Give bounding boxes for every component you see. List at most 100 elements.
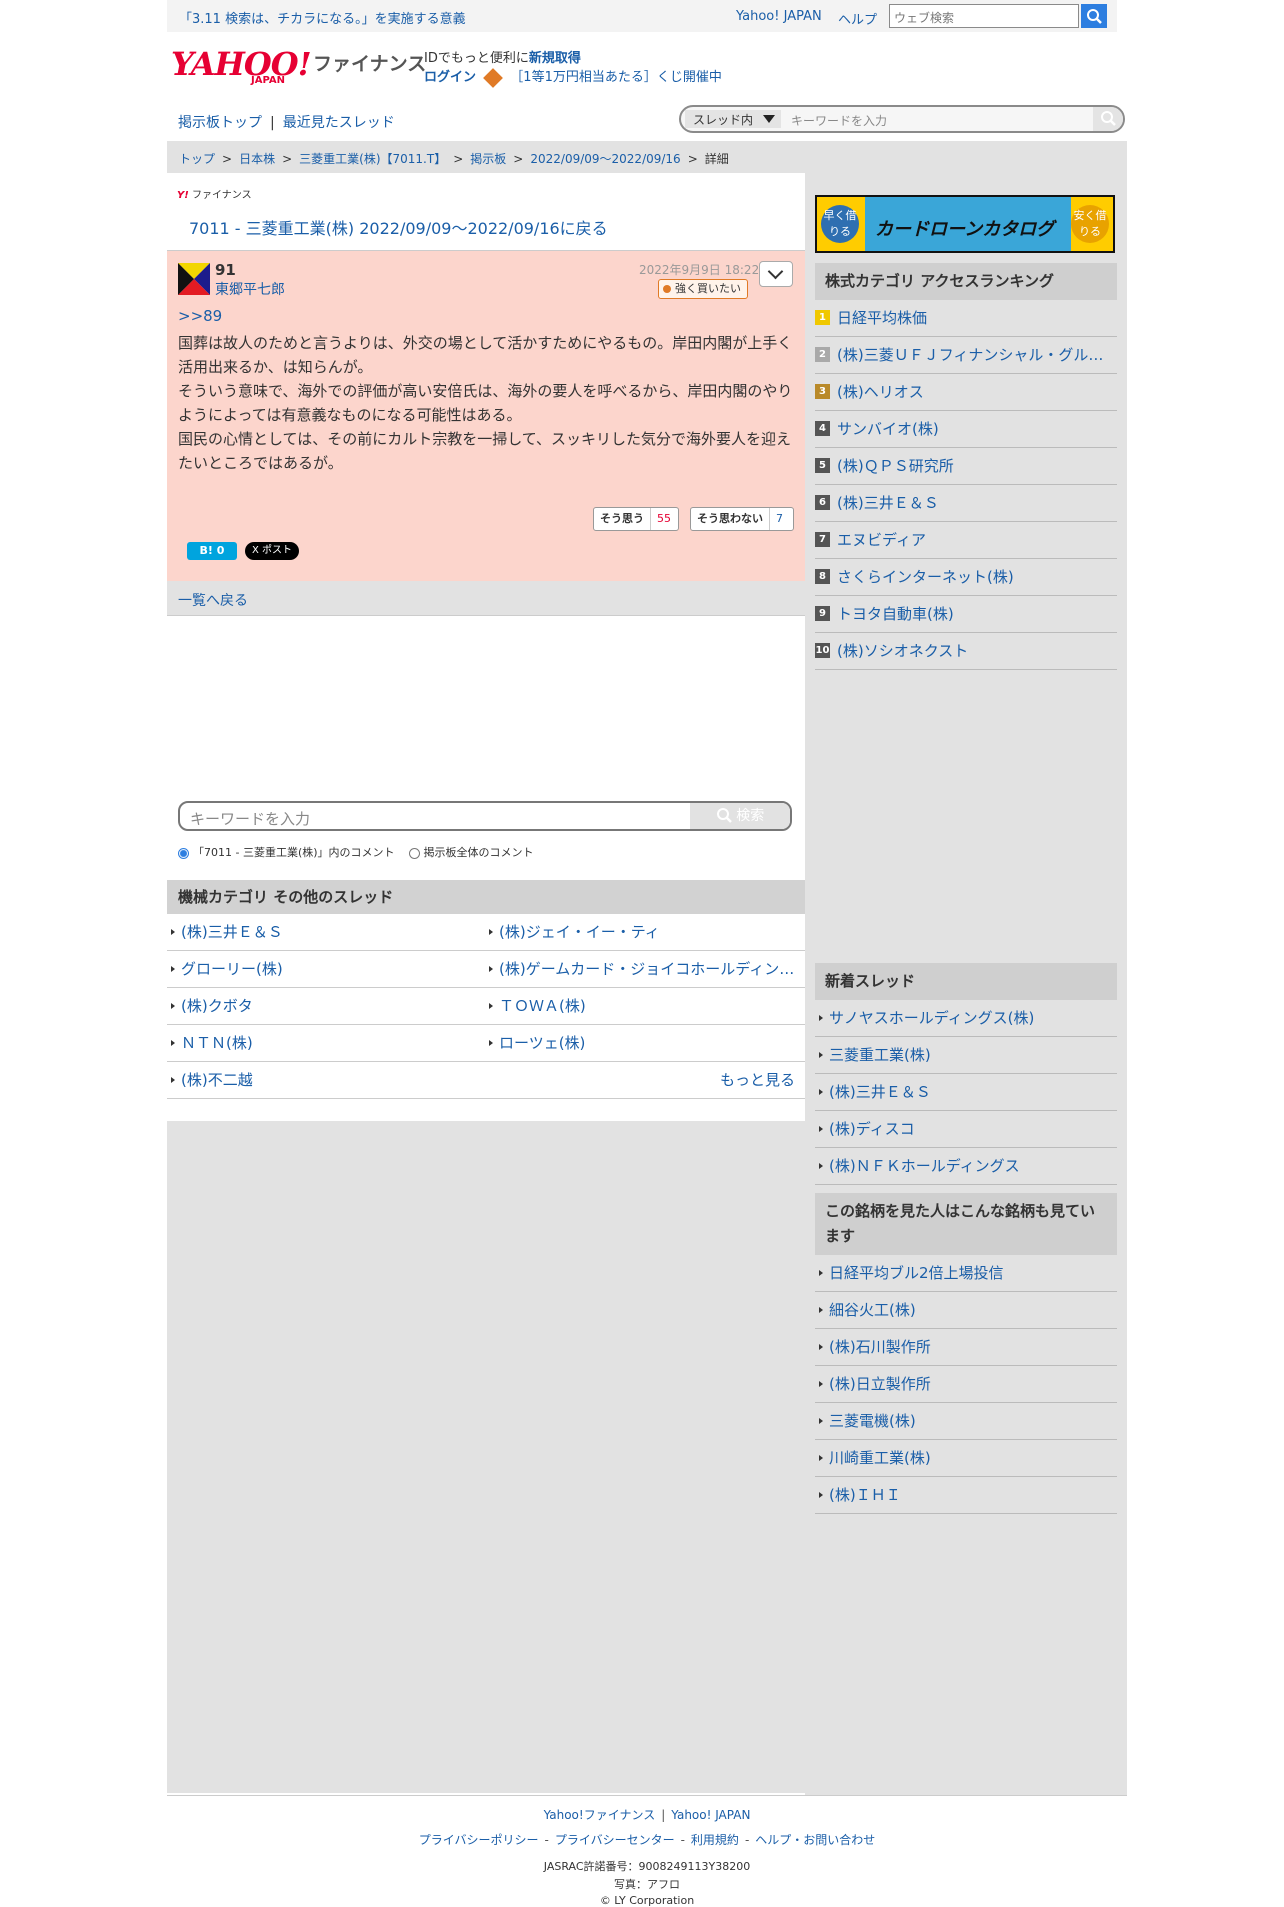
reply-anchor-link[interactable]: >>89: [178, 307, 222, 325]
ranking-item[interactable]: 3 (株)ヘリオス: [815, 374, 1117, 411]
new-thread-link[interactable]: サノヤスホールディングス(株): [815, 1000, 1117, 1037]
recent-threads-link[interactable]: 最近見たスレッド: [283, 115, 395, 131]
card-loan-ad-banner[interactable]: 早く借りる カードローンカタログ 安く借りる: [815, 195, 1115, 253]
id-promo: IDでもっと便利に新規取得: [424, 47, 581, 66]
also-viewed-title: この銘柄を見た人はこんな銘柄も見ています: [815, 1193, 1117, 1255]
ranking-item[interactable]: 1 日経平均株価: [815, 300, 1117, 337]
other-thread-link[interactable]: ローツェ(株): [485, 1025, 805, 1062]
logo-service: ファイナンス: [313, 53, 427, 75]
new-thread-link[interactable]: (株)ＮＦＫホールディングス: [815, 1148, 1117, 1185]
help-link[interactable]: ヘルプ: [838, 9, 877, 28]
id-text: IDでもっと便利に: [424, 51, 529, 66]
also-viewed-link[interactable]: 川崎重工業(株): [815, 1440, 1117, 1477]
other-thread-link[interactable]: ＴＯＷＡ(株): [485, 988, 805, 1025]
lottery-promo-link[interactable]: ［1等1万円相当あたる］くじ開催中: [510, 70, 722, 85]
new-thread-link[interactable]: (株)三井Ｅ＆Ｓ: [815, 1074, 1117, 1111]
new-thread-link[interactable]: 三菱重工業(株): [815, 1037, 1117, 1074]
agree-label: そう思う: [600, 512, 644, 525]
other-thread-link[interactable]: (株)不二越: [167, 1062, 485, 1099]
rank-badge: 2: [815, 347, 830, 362]
also-viewed-link[interactable]: (株)ＩＨＩ: [815, 1477, 1117, 1514]
ranking-item[interactable]: 10 (株)ソシオネクスト: [815, 633, 1117, 670]
disagree-button[interactable]: そう思わない 7: [690, 507, 794, 531]
copyright: © LY Corporation: [599, 1894, 695, 1907]
post-menu-button[interactable]: [759, 261, 793, 287]
hatena-bookmark-button[interactable]: B! 0: [187, 542, 237, 560]
agree-button[interactable]: そう思う 55: [593, 507, 679, 531]
ranking-item[interactable]: 4 サンバイオ(株): [815, 411, 1117, 448]
access-ranking: 株式カテゴリ アクセスランキング 1 日経平均株価 2 (株)三菱ＵＦＪフィナンシャ…: [815, 263, 1117, 670]
footer-terms-link[interactable]: 利用規約: [691, 1833, 739, 1847]
web-search-button[interactable]: [1081, 4, 1107, 28]
board-search-input[interactable]: キーワードを入力: [791, 112, 887, 129]
other-thread-link[interactable]: (株)ジェイ・イー・ティ: [485, 914, 805, 951]
post-body: 国葬は故人のためと言うよりは、外交の場として活かすためにやるもの。岸田内閣が上手…: [178, 331, 794, 475]
footer-privacy-link[interactable]: プライバシーポリシー: [419, 1833, 539, 1847]
ranking-item[interactable]: 6 (株)三井Ｅ＆Ｓ: [815, 485, 1117, 522]
radio-this-stock-label: 「7011 - 三菱重工業(株)」内のコメント: [193, 846, 395, 859]
comment-search-button[interactable]: 検索: [690, 803, 790, 829]
ranking-item[interactable]: 9 トヨタ自動車(株): [815, 596, 1117, 633]
search-scope-select[interactable]: スレッド内: [685, 110, 781, 128]
footer-help-link[interactable]: ヘルプ・お問い合わせ: [755, 1833, 875, 1847]
chevron-down-icon: [763, 115, 775, 123]
ranking-item[interactable]: 8 さくらインターネット(株): [815, 559, 1117, 596]
ranking-item[interactable]: 5 (株)ＱＰＳ研究所: [815, 448, 1117, 485]
web-search-input[interactable]: ウェブ検索: [889, 4, 1079, 28]
ranking-item-label: (株)三井Ｅ＆Ｓ: [837, 494, 939, 512]
other-thread-link[interactable]: (株)三井Ｅ＆Ｓ: [167, 914, 485, 951]
also-viewed-link[interactable]: 三菱電機(株): [815, 1403, 1117, 1440]
ranking-item-label: (株)ソシオネクスト: [837, 642, 969, 660]
breadcrumb-top[interactable]: トップ: [179, 152, 215, 166]
radio-all-board-label: 掲示板全体のコメント: [423, 846, 534, 859]
footer-privacy-center-link[interactable]: プライバシーセンター: [555, 1833, 675, 1847]
ranking-item-label: (株)ヘリオス: [837, 383, 924, 401]
rank-badge: 1: [815, 310, 830, 325]
sentiment-badge: 強く買いたい: [658, 279, 748, 299]
also-viewed-link[interactable]: (株)日立製作所: [815, 1366, 1117, 1403]
rank-badge: 10: [815, 643, 830, 658]
other-thread-link[interactable]: (株)クボタ: [167, 988, 485, 1025]
finance-mini-logo: Y! ファイナンス: [177, 186, 252, 201]
breadcrumb-stock[interactable]: 三菱重工業(株)【7011.T】: [299, 152, 446, 166]
list-back-link[interactable]: 一覧へ戻る: [178, 590, 248, 610]
ranking-item[interactable]: 7 エヌビディア: [815, 522, 1117, 559]
ranking-title: 株式カテゴリ アクセスランキング: [815, 263, 1117, 300]
rank-badge: 3: [815, 384, 830, 399]
top-bar: 「3.11 検索は、チカラになる。」を実施する意義 Yahoo! JAPAN ヘ…: [167, 0, 1117, 32]
breadcrumb-board[interactable]: 掲示板: [470, 152, 506, 166]
other-thread-link[interactable]: ＮＴＮ(株): [167, 1025, 485, 1062]
footer-finance-link[interactable]: Yahoo!ファイナンス: [544, 1808, 656, 1822]
also-viewed-link[interactable]: 日経平均ブル2倍上場投信: [815, 1255, 1117, 1292]
yahoo-japan-link[interactable]: Yahoo! JAPAN: [736, 9, 822, 24]
also-viewed-link[interactable]: 細谷火工(株): [815, 1292, 1117, 1329]
breadcrumb-thread[interactable]: 2022/09/09〜2022/09/16: [530, 152, 680, 166]
also-viewed-link[interactable]: (株)石川製作所: [815, 1329, 1117, 1366]
new-thread-link[interactable]: (株)ディスコ: [815, 1111, 1117, 1148]
slogan-link[interactable]: 「3.11 検索は、チカラになる。」を実施する意義: [179, 8, 466, 27]
radio-all-board[interactable]: [408, 847, 420, 859]
list-back-bar: 一覧へ戻る: [167, 581, 805, 616]
x-post-button[interactable]: X ポスト: [245, 542, 299, 560]
more-threads-link[interactable]: もっと見る: [485, 1062, 805, 1099]
comment-search-input[interactable]: キーワードを入力: [190, 808, 310, 829]
ranking-item[interactable]: 2 (株)三菱ＵＦＪフィナンシャル・グループ: [815, 337, 1117, 374]
ranking-item-label: (株)ＱＰＳ研究所: [837, 457, 954, 475]
register-link[interactable]: 新規取得: [529, 51, 581, 66]
login-link[interactable]: ログイン: [424, 70, 476, 85]
radio-this-stock[interactable]: [178, 847, 189, 859]
breadcrumb-japan-stocks[interactable]: 日本株: [239, 152, 275, 166]
board-top-link[interactable]: 掲示板トップ: [178, 115, 262, 131]
other-thread-link[interactable]: グローリー(株): [167, 951, 485, 988]
board-search-button[interactable]: [1093, 107, 1123, 131]
search-icon: [716, 808, 732, 823]
post-author[interactable]: 東郷平七郎: [215, 279, 285, 299]
yahoo-finance-logo[interactable]: YAHOO! JAPAN ファイナンス: [171, 45, 426, 86]
new-threads-title: 新着スレッド: [815, 963, 1117, 1000]
other-thread-link[interactable]: (株)ゲームカード・ジョイコホールディングス: [485, 951, 805, 988]
ranking-item-label: トヨタ自動車(株): [837, 605, 954, 623]
rank-badge: 6: [815, 495, 830, 510]
ranking-item-label: エヌビディア: [837, 531, 926, 549]
footer-yahoo-japan-link[interactable]: Yahoo! JAPAN: [671, 1808, 750, 1822]
thread-back-link[interactable]: 7011 - 三菱重工業(株) 2022/09/09〜2022/09/16に戻る: [189, 215, 608, 239]
